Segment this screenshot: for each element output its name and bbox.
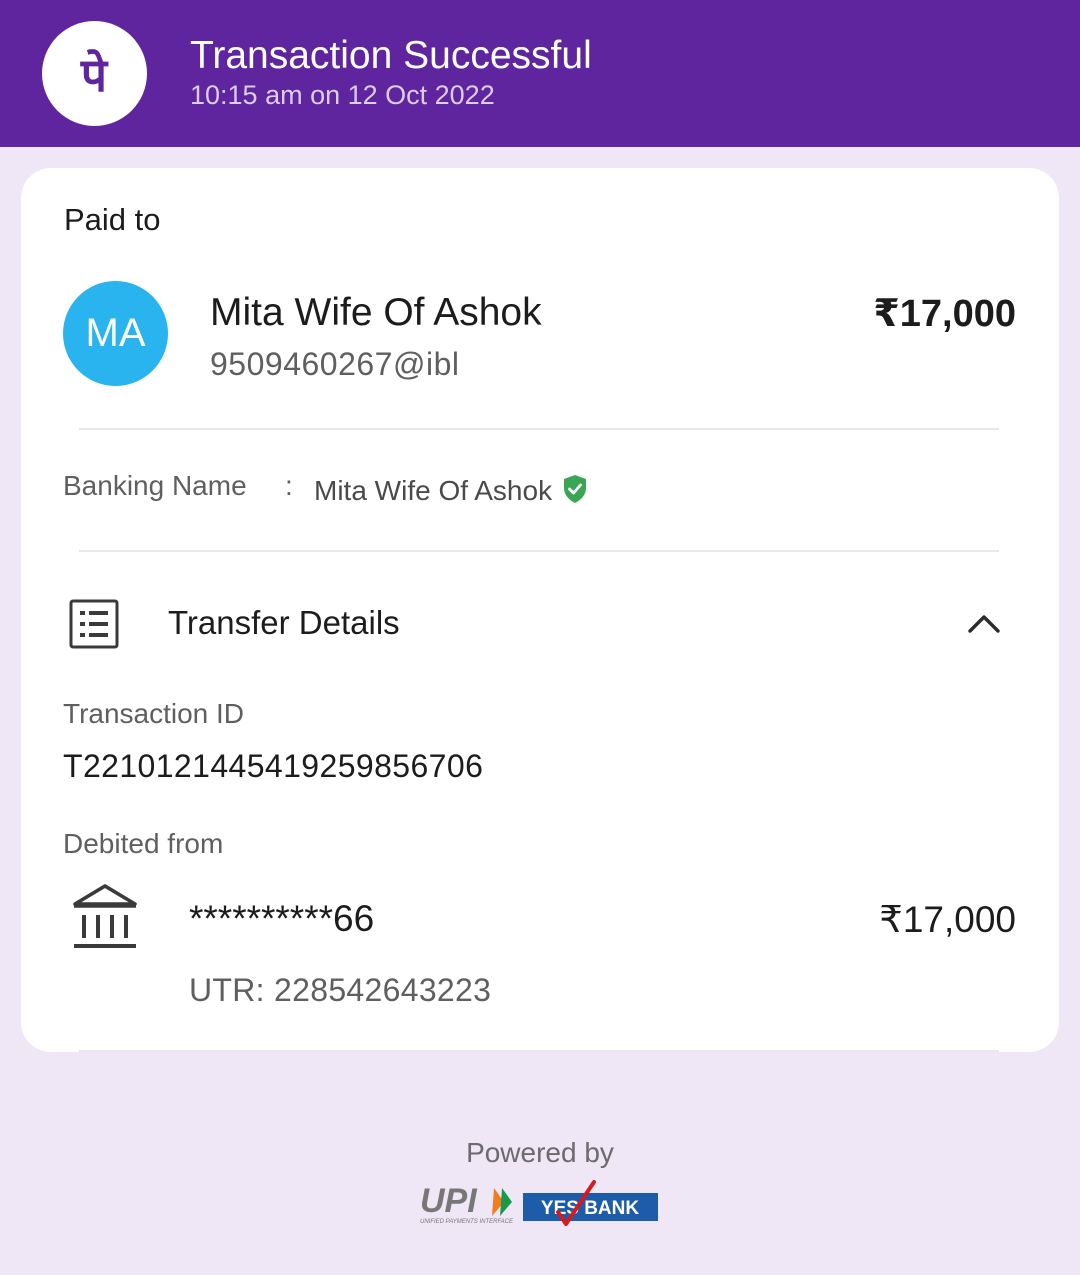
svg-text:YES BANK: YES BANK [541,1198,639,1219]
transaction-id-label: Transaction ID [63,698,245,729]
paid-amount: ₹17,000 [873,293,1016,335]
debit-account-number: **********66 [189,898,375,939]
transfer-details-title[interactable]: Transfer Details [168,604,400,642]
powered-by-label: Powered by [466,1137,614,1168]
app-header: पे Transaction Successful 10:15 am on 12… [0,0,1080,147]
payee-name: Mita Wife Of Ashok [210,291,542,334]
svg-text:UNIFIED PAYMENTS INTERFACE: UNIFIED PAYMENTS INTERFACE [420,1219,514,1225]
banking-name-value: Mita Wife Of Ashok [314,475,553,506]
svg-text:UPI: UPI [420,1182,478,1220]
utr-number: UTR: 228542643223 [189,972,492,1008]
verified-shield-icon [562,474,588,509]
payee-upi-id: 9509460267@ibl [210,346,460,382]
list-document-icon [68,598,120,655]
phonepe-logo: पे [42,21,147,126]
banking-name-separator: : [285,470,293,501]
divider [79,428,999,430]
banking-name-label: Banking Name [63,470,247,501]
transaction-id-value: T2210121445419259856706 [63,748,484,784]
transaction-timestamp: 10:15 am on 12 Oct 2022 [190,80,495,110]
payee-avatar: MA [63,281,168,386]
svg-text:पे: पे [80,48,109,102]
bank-icon [72,882,138,955]
paid-to-label: Paid to [64,202,161,237]
divider [79,1050,999,1052]
transaction-status-title: Transaction Successful [190,34,592,77]
chevron-up-icon[interactable] [966,608,1002,643]
upi-logo: UPI UNIFIED PAYMENTS INTERFACE YES BANK [420,1180,658,1226]
transaction-card: Paid to MA Mita Wife Of Ashok 9509460267… [21,168,1059,1052]
debit-amount: ₹17,000 [879,899,1016,940]
partner-logos: UPI UNIFIED PAYMENTS INTERFACE YES BANK [418,1180,663,1232]
divider [79,550,999,552]
debited-from-label: Debited from [63,828,224,859]
